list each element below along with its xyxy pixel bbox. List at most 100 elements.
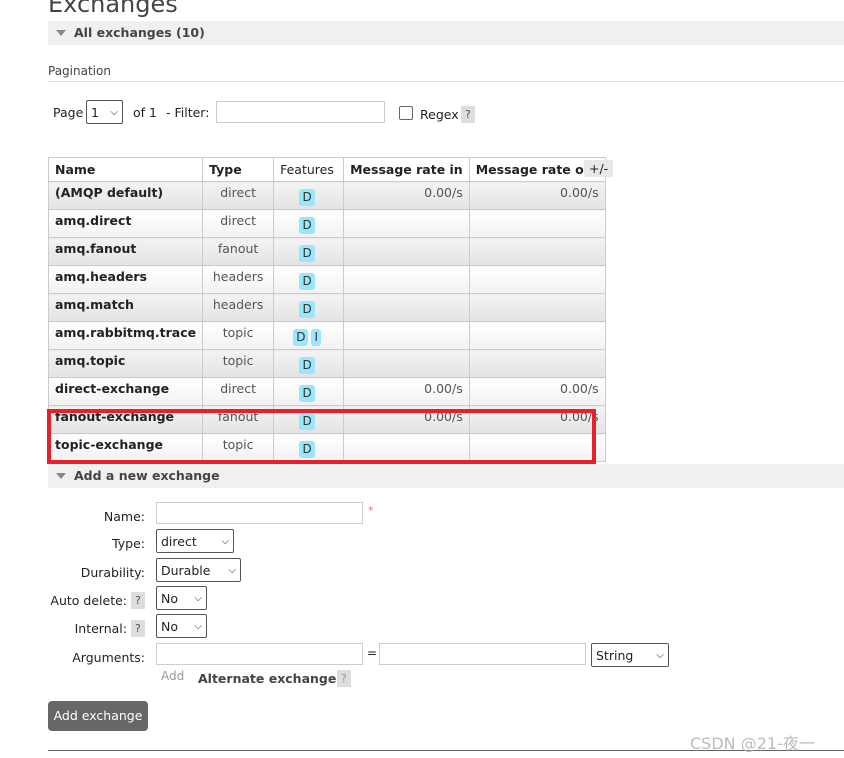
name-label: Name: — [103, 509, 145, 524]
type-select[interactable]: direct ⌵ — [156, 529, 234, 553]
feature-badge: D — [299, 189, 315, 206]
exchange-type: topic — [202, 349, 275, 378]
exchange-name[interactable]: direct-exchange — [47, 377, 204, 406]
type-label: Type: — [112, 536, 145, 551]
required-marker: * — [368, 504, 374, 517]
exchange-type: direct — [202, 377, 275, 406]
auto-delete-select[interactable]: No ⌵ — [156, 586, 207, 610]
argument-type-value: String — [596, 647, 634, 663]
exchange-type: fanout — [202, 405, 275, 434]
exchange-features: D — [273, 377, 345, 406]
argument-key-input[interactable] — [156, 643, 363, 665]
rate-in: 0.00/s — [343, 377, 470, 406]
chevron-down-icon: ⌵ — [221, 535, 229, 547]
exchange-features: DI — [273, 321, 345, 350]
exchange-features: D — [273, 237, 345, 266]
auto-delete-value: No — [161, 590, 178, 606]
watermark: CSDN @21-夜一 — [690, 734, 815, 753]
col-type[interactable]: Type — [202, 157, 275, 182]
triangle-down-icon — [56, 473, 66, 479]
chevron-down-icon: ⌵ — [110, 106, 118, 118]
section-title: Add a new exchange — [74, 468, 220, 483]
exchange-name[interactable]: fanout-exchange — [47, 405, 204, 434]
exchange-type: topic — [202, 433, 275, 462]
table-row: amq.rabbitmq.trace topic D I — [47, 321, 606, 350]
page-value: 1 — [91, 104, 99, 120]
durability-select[interactable]: Durable ⌵ — [156, 558, 241, 582]
durability-label: Durability: — [80, 565, 145, 580]
rate-out — [468, 433, 606, 462]
exchange-type: headers — [202, 265, 275, 294]
exchange-features: D — [273, 349, 345, 378]
feature-badge: D — [293, 329, 309, 346]
page-select[interactable]: 1 ⌵ — [86, 100, 123, 124]
argument-type-select[interactable]: String ⌵ — [591, 643, 669, 667]
exchange-type: fanout — [202, 237, 275, 266]
exchange-features: D — [273, 265, 345, 294]
col-rate-in[interactable]: Message rate in — [343, 157, 470, 182]
feature-badge: D — [299, 273, 315, 290]
exchange-name[interactable]: (AMQP default) — [47, 181, 204, 210]
exchange-features: D — [273, 405, 345, 434]
auto-delete-help[interactable]: ? — [131, 592, 145, 609]
add-exchange-toggle[interactable]: Add a new exchange — [48, 464, 844, 488]
page-label: Page — [53, 105, 84, 120]
exchange-type: direct — [202, 209, 275, 238]
rate-in — [343, 237, 470, 266]
exchange-features: D — [273, 433, 345, 462]
internal-select[interactable]: No ⌵ — [156, 614, 207, 638]
alternate-exchange-help[interactable]: ? — [337, 670, 351, 687]
arguments-label: Arguments: — [72, 650, 145, 665]
exchange-name[interactable]: amq.match — [47, 293, 204, 322]
durability-value: Durable — [161, 562, 211, 578]
internal-help[interactable]: ? — [131, 620, 145, 637]
exchange-name[interactable]: amq.direct — [47, 209, 204, 238]
feature-badge: D — [299, 357, 315, 374]
feature-badge: D — [299, 413, 315, 430]
rate-out — [468, 293, 606, 322]
table-row: amq.fanout fanout D — [47, 237, 606, 266]
chevron-down-icon: ⌵ — [228, 564, 236, 576]
internal-label: Internal: — [74, 621, 127, 636]
feature-badge: D — [299, 441, 315, 458]
chevron-down-icon: ⌵ — [194, 592, 202, 604]
rate-out — [468, 349, 606, 378]
equals-sign: = — [367, 646, 378, 660]
triangle-down-icon — [56, 30, 66, 36]
exchanges-table: Name Type Features Message rate in Messa… — [47, 157, 606, 462]
filter-label: - Filter: — [166, 105, 210, 120]
add-exchange-button[interactable]: Add exchange — [48, 701, 148, 731]
col-name[interactable]: Name — [47, 157, 204, 182]
table-row: direct-exchange direct D 0.00/s 0.00/s — [47, 377, 606, 406]
feature-badge: D — [299, 217, 315, 234]
exchange-name[interactable]: amq.rabbitmq.trace — [47, 321, 204, 350]
exchange-name[interactable]: amq.fanout — [47, 237, 204, 266]
table-row: amq.headers headers D — [47, 265, 606, 294]
columns-toggle[interactable]: +/- — [584, 160, 614, 177]
feature-badge: D — [299, 385, 315, 402]
rate-out: 0.00/s — [468, 377, 606, 406]
rate-out — [468, 237, 606, 266]
argument-value-input[interactable] — [379, 643, 586, 665]
regex-help[interactable]: ? — [461, 106, 475, 123]
col-features: Features — [273, 157, 345, 182]
of-label: of 1 — [133, 105, 157, 120]
rate-in — [343, 349, 470, 378]
alternate-exchange-link[interactable]: Alternate exchange — [198, 671, 336, 686]
rate-out: 0.00/s — [468, 405, 606, 434]
all-exchanges-toggle[interactable]: All exchanges (10) — [48, 21, 844, 45]
rate-in: 0.00/s — [343, 405, 470, 434]
exchange-name[interactable]: topic-exchange — [47, 433, 204, 462]
pagination-label: Pagination — [48, 64, 111, 78]
name-input[interactable] — [156, 502, 363, 524]
feature-badge: D — [299, 245, 315, 262]
regex-checkbox[interactable] — [399, 106, 413, 120]
table-row: amq.topic topic D — [47, 349, 606, 378]
exchange-name[interactable]: amq.headers — [47, 265, 204, 294]
exchange-name[interactable]: amq.topic — [47, 349, 204, 378]
divider — [48, 81, 844, 82]
rate-in: 0.00/s — [343, 181, 470, 210]
add-argument-link[interactable]: Add — [161, 669, 184, 683]
rate-out — [468, 321, 606, 350]
filter-input[interactable] — [216, 101, 385, 123]
